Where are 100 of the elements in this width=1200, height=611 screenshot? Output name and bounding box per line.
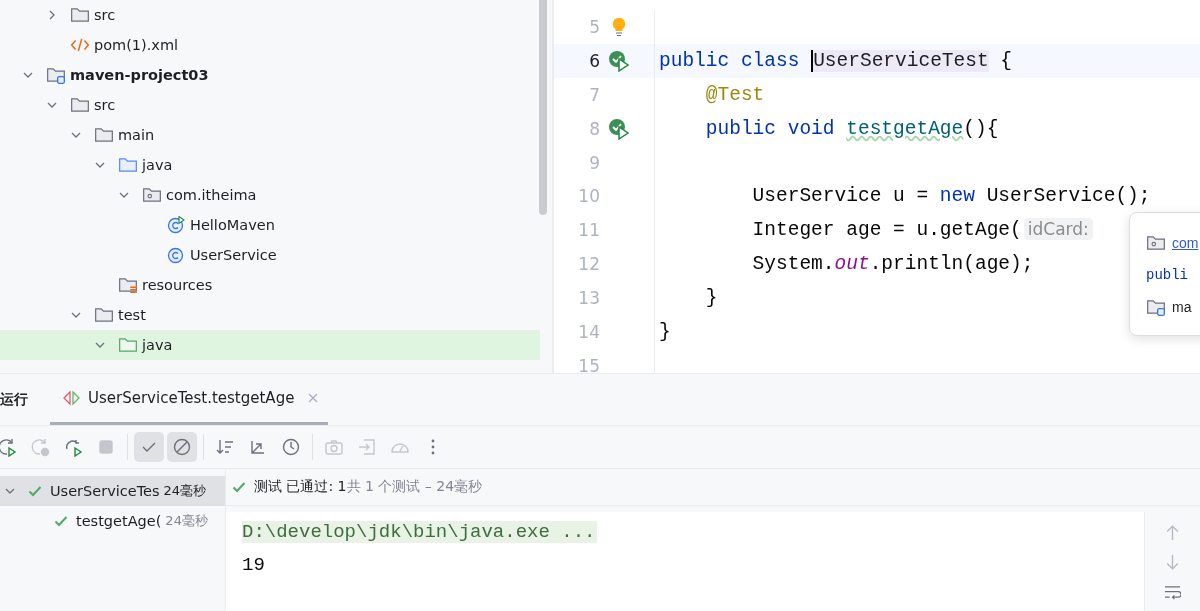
wrap-icon[interactable] (1164, 584, 1181, 601)
project-tree-row[interactable]: pom(1).xml (0, 30, 540, 60)
code-token: .println(age); (869, 253, 1034, 276)
tree-item-label: java (142, 157, 173, 173)
line-number: 5 (588, 16, 600, 37)
test-name: UserServiceTes (50, 483, 160, 499)
tree-item-label: src (94, 7, 116, 23)
folder-icon (94, 306, 114, 324)
line-number: 13 (577, 288, 600, 309)
project-tree-row[interactable]: java (0, 150, 540, 180)
line-number: 8 (588, 118, 600, 139)
project-tree-row[interactable]: HelloMaven (0, 210, 540, 240)
test-duration: 24毫秒 (163, 482, 207, 500)
project-tree-row[interactable]: com.itheima (0, 180, 540, 210)
test-name: testgetAge( (76, 513, 162, 529)
tree-item-label: com.itheima (166, 187, 257, 203)
code-icon (70, 36, 90, 54)
folder-icon (118, 156, 138, 174)
rerun-icon (0, 437, 17, 457)
folder-icon (70, 96, 90, 114)
tree-item-label: src (94, 97, 116, 113)
camera-icon (324, 437, 344, 457)
tree-item-label: maven-project03 (70, 67, 209, 83)
rerun-icon (30, 437, 50, 457)
test-icon (62, 390, 82, 406)
run-icon[interactable] (608, 49, 630, 72)
check-icon (232, 480, 246, 494)
code-token: Integer age = u.getAge( (751, 219, 1022, 242)
tree-item-label: main (118, 127, 155, 143)
refresh-icon (63, 437, 83, 457)
parameter-hint: idCard: (1023, 218, 1093, 241)
show-ignored-button[interactable] (167, 432, 197, 462)
run-icon[interactable] (608, 117, 630, 140)
show-passed-button[interactable] (134, 432, 164, 462)
code-token: UserService u = (751, 185, 930, 208)
folder-icon (70, 6, 90, 24)
project-tree-row[interactable]: UserService (0, 240, 540, 270)
tree-item-label: HelloMaven (190, 217, 275, 233)
module-name: ma (1172, 299, 1192, 315)
run-tab[interactable]: UserServiceTest.testgetAge (50, 374, 329, 425)
project-tree-row[interactable]: src (0, 0, 540, 30)
tree-item-label: UserService (190, 247, 277, 263)
tree-item-label: pom(1).xml (94, 37, 179, 53)
console-line: 19 (242, 554, 265, 576)
code-token: new (939, 185, 975, 208)
result-row[interactable]: testgetAge( 24毫秒 (0, 506, 225, 536)
line-number: 10 (577, 186, 600, 207)
project-tree-row[interactable]: src (0, 90, 540, 120)
folder-icon (94, 126, 114, 144)
package-icon (142, 186, 162, 204)
code-token: { (999, 49, 1013, 72)
project-tree-row[interactable]: maven-project03 (0, 60, 540, 90)
class-icon (166, 246, 186, 264)
project-tree-row[interactable]: resources (0, 270, 540, 300)
line-number: 15 (577, 355, 600, 373)
check-icon (28, 484, 42, 498)
line-number: 7 (588, 84, 600, 105)
code-token: public class (659, 49, 801, 72)
project-tree-row[interactable]: test (0, 300, 540, 330)
panel-title: 运行 (0, 390, 29, 409)
code-token: (){ (963, 117, 999, 140)
project-tree-row[interactable]: main (0, 120, 540, 150)
more-icon (431, 439, 435, 455)
line-number: 11 (577, 220, 600, 241)
tree-item-label: test (118, 307, 146, 323)
code-token: testgetAge (846, 117, 964, 140)
line-number: 6 (588, 50, 600, 71)
package-link[interactable]: com (1172, 235, 1199, 251)
folder-icon (118, 336, 138, 354)
tree-item-label: java (142, 337, 173, 353)
scrollbar[interactable] (539, 0, 547, 215)
tree-item-label: resources (142, 277, 213, 293)
test-summary: 共 1 个测试 – 24毫秒 (346, 478, 483, 496)
test-status: 测试 已通过: 1 (254, 478, 347, 496)
code-token: } (659, 320, 671, 343)
package-icon (1146, 234, 1166, 252)
test-duration: 24毫秒 (165, 512, 208, 530)
code-token: } (704, 287, 718, 310)
line-number: 12 (577, 254, 600, 275)
import-icon (357, 437, 377, 457)
code-token: @Test (704, 83, 765, 106)
folder-icon (46, 66, 66, 84)
code-token: UserServiceTest (811, 49, 989, 72)
folder-icon (1146, 298, 1166, 316)
folder-icon (118, 276, 138, 294)
clock-icon (281, 437, 301, 457)
code-token: System. (751, 253, 835, 276)
code-token: UserService(); (985, 185, 1151, 208)
close-icon[interactable] (308, 393, 319, 403)
code-token: public void (704, 117, 836, 140)
declaration-text: publi (1146, 267, 1188, 283)
stop-icon (96, 437, 116, 457)
project-tree-row[interactable]: java (0, 330, 540, 360)
line-number: 14 (577, 321, 600, 342)
check-icon (54, 514, 68, 528)
code-token: out (834, 253, 870, 276)
class-icon (166, 216, 186, 234)
line-number: 9 (588, 152, 600, 173)
result-row[interactable]: UserServiceTes 24毫秒 (0, 476, 225, 506)
prohibited-icon (172, 437, 192, 457)
